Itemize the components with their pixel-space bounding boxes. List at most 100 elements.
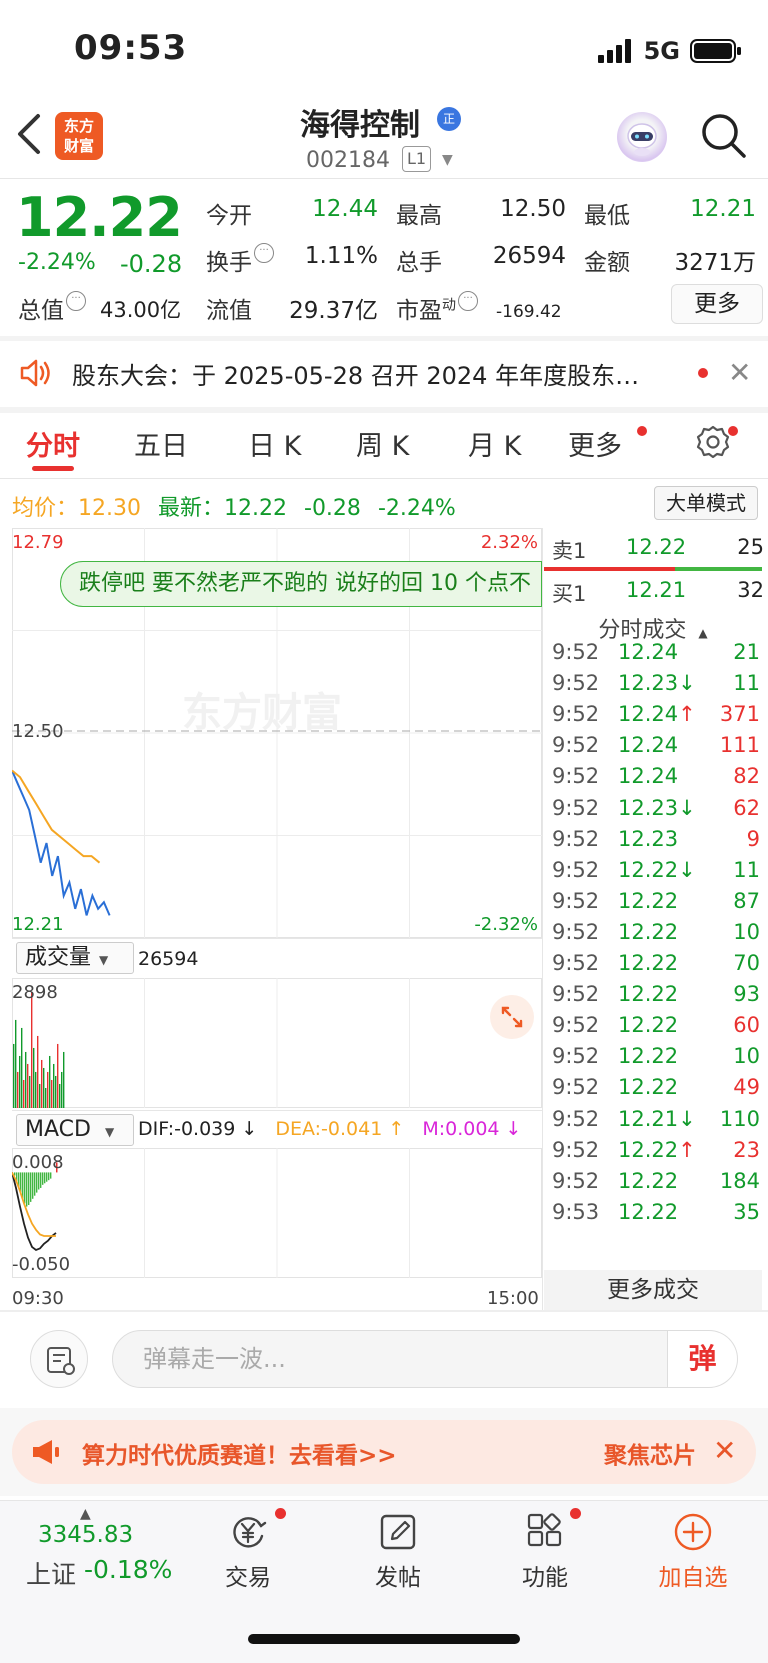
tick-time: 9:52 xyxy=(552,1013,600,1038)
tick-volume: 82 xyxy=(733,764,760,789)
tick-price: 12.22↑ xyxy=(618,1137,696,1162)
info-icon[interactable]: ··· xyxy=(458,291,478,311)
level-badge[interactable]: L1 xyxy=(402,146,432,172)
tick-time: 9:52 xyxy=(552,795,600,820)
latest-label: 最新： xyxy=(158,496,225,521)
promo-text-secondary[interactable]: 聚焦芯片 xyxy=(604,1436,700,1470)
info-icon[interactable]: ··· xyxy=(66,291,86,311)
info-icon[interactable]: ··· xyxy=(254,243,274,263)
promo-text[interactable]: 算力时代优质赛道！去看看>> xyxy=(82,1436,397,1470)
tick-row: 9:52 12.22↑ 23 xyxy=(544,1138,760,1170)
ai-assistant-avatar[interactable] xyxy=(617,112,667,162)
volume-bar xyxy=(53,1063,55,1108)
unread-dot xyxy=(637,426,647,436)
unread-dot xyxy=(570,1508,581,1519)
volume-bar xyxy=(25,1051,27,1108)
avg-value: 12.30 xyxy=(78,496,141,521)
macd-histogram-bar xyxy=(46,1172,48,1182)
tick-row: 9:52 12.22 10 xyxy=(544,920,760,952)
tick-row: 9:52 12.23↓ 11 xyxy=(544,671,760,703)
search-button[interactable] xyxy=(698,110,750,162)
tab-intraday[interactable]: 分时 xyxy=(26,424,80,463)
macd-min-label: -0.050 xyxy=(12,1254,70,1275)
tick-time: 9:52 xyxy=(552,1137,600,1162)
macd-indicator-select[interactable]: MACD ▼ xyxy=(16,1114,134,1146)
tick-time: 9:52 xyxy=(552,888,600,913)
volume-indicator-select[interactable]: 成交量 ▼ xyxy=(16,942,134,974)
tick-price: 12.23 xyxy=(618,826,679,851)
tick-price: 12.22 xyxy=(618,1199,679,1224)
app-logo[interactable]: 东方 财富 xyxy=(55,112,103,160)
turnover-value: 1.11% xyxy=(304,243,378,269)
tick-price: 12.24 xyxy=(618,764,679,789)
nav-add-watchlist[interactable]: 加自选 xyxy=(638,1512,748,1592)
tick-row: 9:52 12.24↑ 371 xyxy=(544,702,760,734)
volume-select-label: 成交量 xyxy=(25,945,92,970)
tick-volume: 87 xyxy=(733,888,760,913)
divider xyxy=(12,938,542,939)
grid-apps-icon xyxy=(527,1513,562,1547)
tab-weekly-k[interactable]: 周 K xyxy=(356,424,409,463)
ask-1-row[interactable]: 卖1 12.22 25 xyxy=(544,535,764,567)
more-quote-button[interactable]: 更多 xyxy=(671,284,763,324)
index-name[interactable]: 上证 xyxy=(26,1555,76,1591)
close-icon[interactable]: ✕ xyxy=(728,356,751,389)
chevron-left-icon xyxy=(18,114,40,154)
caret-down-icon[interactable]: ▼ xyxy=(442,152,453,168)
danmu-input[interactable]: 弹幕走一波... xyxy=(112,1330,668,1388)
index-value[interactable]: 3345.83 xyxy=(38,1522,133,1548)
tab-more[interactable]: 更多 xyxy=(568,424,622,463)
speaker-icon xyxy=(18,357,54,389)
expand-chart-button[interactable] xyxy=(490,995,534,1039)
nav-trade[interactable]: 交易 xyxy=(193,1512,303,1592)
chart-settings-button[interactable] xyxy=(695,424,731,460)
volume-bar xyxy=(47,1071,49,1108)
tick-row: 9:52 12.22 60 xyxy=(544,1013,760,1045)
arrow-down-icon: ↓ xyxy=(678,857,696,882)
change-percent: -2.24% xyxy=(18,250,96,275)
close-icon[interactable]: ✕ xyxy=(713,1434,736,1467)
volume-bar xyxy=(19,1055,21,1108)
tab-monthly-k[interactable]: 月 K xyxy=(468,424,521,463)
tick-price: 12.22↓ xyxy=(618,857,696,882)
macd-histogram-bar xyxy=(40,1172,42,1188)
tick-volume: 111 xyxy=(719,733,760,758)
tab-five-day[interactable]: 五日 xyxy=(134,424,188,463)
network-label: 5G xyxy=(643,37,680,65)
status-time: 09:53 xyxy=(74,28,188,68)
nav-post[interactable]: 发帖 xyxy=(343,1512,453,1592)
tick-volume: 93 xyxy=(733,982,760,1007)
danmu-bubble[interactable]: 跌停吧 要不然老严不跑的 说好的回 10 个点不 xyxy=(60,561,542,607)
volume-bar xyxy=(45,1087,47,1108)
tick-row: 9:52 12.22 49 xyxy=(544,1075,760,1107)
average-price-line xyxy=(12,769,101,864)
index-change[interactable]: -0.18% xyxy=(84,1555,172,1584)
volume-bar xyxy=(13,1043,15,1108)
macd-values: DIF:-0.039 ↓ DEA:-0.041 ↑ M:0.004 ↓ xyxy=(138,1118,521,1140)
total-volume-label: 总手 xyxy=(396,250,442,276)
change-amount: -0.28 xyxy=(120,250,183,278)
tick-volume: 21 xyxy=(733,640,760,664)
active-tab-indicator xyxy=(32,466,74,471)
tick-price: 12.21↓ xyxy=(618,1106,696,1131)
tick-volume: 35 xyxy=(733,1199,760,1224)
volume-bar xyxy=(33,1047,35,1108)
open-label: 今开 xyxy=(206,203,252,229)
danmu-settings-button[interactable] xyxy=(30,1330,88,1388)
volume-bar xyxy=(43,1067,45,1108)
back-button[interactable] xyxy=(14,112,54,160)
announcement-text[interactable]: 股东大会：于 2025-05-28 召开 2024 年年度股东… xyxy=(72,356,672,391)
pe-label: 市盈动 ··· xyxy=(396,291,478,325)
tab-daily-k[interactable]: 日 K xyxy=(248,424,301,463)
time-axis-start: 09:30 xyxy=(12,1288,64,1309)
arrow-up-icon: ↑ xyxy=(678,1137,696,1162)
bid-1-row[interactable]: 买1 12.21 32 xyxy=(544,578,764,610)
big-order-mode-button[interactable]: 大单模式 xyxy=(654,486,758,520)
more-trades-button[interactable]: 更多成交 xyxy=(544,1270,762,1310)
danmu-send-button[interactable]: 弹 xyxy=(668,1330,738,1388)
float-cap-label: 流值 xyxy=(206,298,252,324)
nav-features[interactable]: 功能 xyxy=(490,1512,600,1592)
tick-volume: 62 xyxy=(733,795,760,820)
price-summary-row: 均价：12.30 最新：12.22 -0.28 -2.24% xyxy=(12,490,456,522)
open-value: 12.44 xyxy=(312,196,378,222)
